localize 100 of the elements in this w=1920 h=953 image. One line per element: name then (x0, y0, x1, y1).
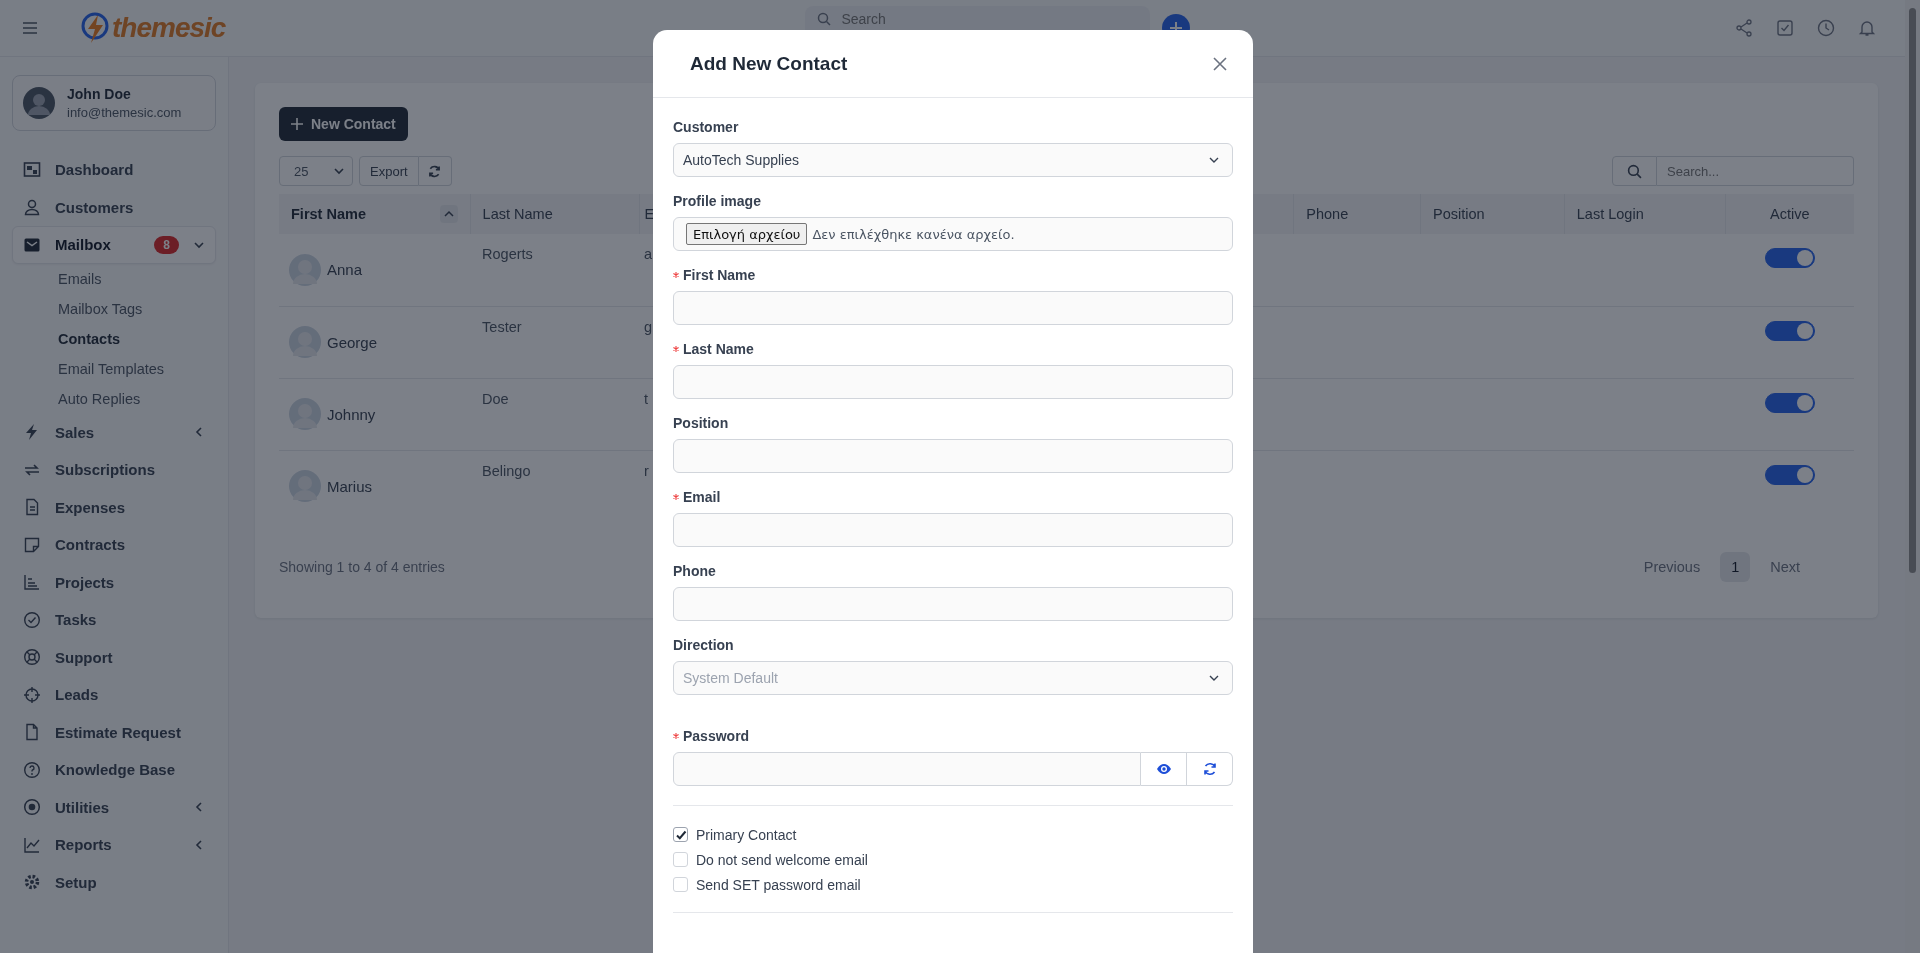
password-field[interactable] (673, 752, 1141, 786)
avatar-icon (289, 326, 321, 358)
table-cell: Johnny (327, 405, 376, 423)
table-cell: Tester (482, 318, 522, 335)
avatar-icon (23, 87, 55, 119)
column-header[interactable]: Position (1420, 194, 1565, 234)
field-label: Customer (673, 119, 739, 135)
nav-item[interactable]: Utilities (12, 788, 216, 826)
file-status: Δεν επιλέχθηκε κανένα αρχείο. (812, 226, 1015, 242)
menu-icon[interactable] (22, 22, 38, 34)
page-button[interactable]: 1 (1720, 552, 1751, 582)
column-header[interactable]: Phone (1293, 194, 1421, 234)
checkbox[interactable] (673, 877, 688, 892)
field-label: Direction (673, 637, 734, 653)
refresh-icon (428, 164, 442, 178)
nav-item[interactable]: Knowledge Base (12, 751, 216, 789)
user-icon (23, 198, 41, 217)
sort-icon[interactable] (439, 205, 458, 223)
table-cell: Rogerts (482, 246, 533, 262)
checkbox-label: Do not send welcome email (696, 851, 868, 868)
bell-icon[interactable] (1858, 19, 1876, 37)
nav-item[interactable]: Reports (12, 826, 216, 864)
required-icon (673, 272, 679, 278)
field-label: Profile image (673, 193, 761, 209)
target-icon (23, 685, 41, 704)
field-label: First Name (683, 267, 756, 283)
nav-item[interactable]: Estimate Request (12, 713, 216, 751)
dash-icon (23, 160, 41, 179)
field-label: Password (683, 728, 750, 744)
required-icon (673, 494, 679, 500)
column-header[interactable]: Last Name (470, 194, 640, 234)
active-toggle[interactable] (1764, 320, 1815, 341)
generate-password-button[interactable] (1187, 752, 1233, 786)
nav-item[interactable]: Support (12, 638, 216, 676)
field-label: Email (683, 489, 721, 505)
nav-subitem[interactable]: Contacts (12, 323, 216, 354)
clock-icon[interactable] (1817, 19, 1835, 37)
column-header[interactable]: Active (1725, 194, 1854, 234)
refresh-button[interactable] (418, 156, 452, 186)
avatar-icon (289, 398, 321, 430)
nav-item[interactable]: Leads (12, 676, 216, 714)
select-field[interactable]: System Default (673, 661, 1233, 695)
text-field[interactable] (673, 587, 1233, 621)
user-card[interactable]: John Doe info@themesic.com (12, 75, 216, 131)
nav-item[interactable]: Tasks (12, 601, 216, 639)
choose-file-button[interactable]: Επιλογή αρχείου (686, 223, 808, 245)
eye-icon (1155, 763, 1172, 775)
chart-icon (23, 573, 41, 592)
share-icon[interactable] (1735, 19, 1753, 37)
plus-icon (291, 118, 303, 130)
nav-item[interactable]: Sales (12, 413, 216, 451)
nav-item[interactable]: Customers (12, 188, 216, 226)
nav-subitem[interactable]: Email Templates (12, 353, 216, 384)
column-header[interactable]: First Name (279, 194, 471, 234)
nav-item[interactable]: Dashboard (12, 151, 216, 189)
nav-item[interactable]: Contracts (12, 526, 216, 564)
nav-item[interactable]: Setup (12, 863, 216, 901)
text-field[interactable] (673, 439, 1233, 473)
table-cell: r (644, 462, 649, 479)
nav-item[interactable]: Mailbox 8 (12, 226, 216, 264)
text-field[interactable] (673, 291, 1233, 325)
table-search-field[interactable]: Search... (1657, 156, 1854, 186)
select-field[interactable]: AutoTech Supplies (673, 143, 1233, 177)
required-icon (673, 346, 679, 352)
nav-subitem[interactable]: Emails (12, 263, 216, 294)
chevron-left-icon (193, 801, 205, 814)
active-toggle[interactable] (1764, 464, 1815, 485)
active-toggle[interactable] (1764, 248, 1815, 268)
page-size-select[interactable]: 25 (279, 156, 353, 186)
column-header[interactable]: Last Login (1564, 194, 1726, 234)
table-cell: g (644, 318, 653, 335)
show-password-button[interactable] (1141, 752, 1187, 786)
nav-subitem[interactable]: Mailbox Tags (12, 293, 216, 324)
export-button[interactable]: Export (359, 156, 419, 186)
checkmark-icon (674, 828, 687, 841)
previous-button[interactable]: Previous (1637, 552, 1707, 582)
nav-item[interactable]: Expenses (12, 488, 216, 526)
required-icon (673, 733, 679, 739)
table-cell: George (327, 333, 378, 351)
refresh-icon (1202, 762, 1217, 776)
table-cell: Doe (482, 390, 509, 407)
text-field[interactable] (673, 513, 1233, 547)
table-cell: t (644, 390, 649, 407)
checkbox-icon[interactable] (1776, 19, 1794, 37)
nav-item[interactable]: Projects (12, 563, 216, 601)
logo-text: themesic (112, 12, 226, 44)
text-field[interactable] (673, 365, 1233, 399)
search-button[interactable] (1612, 156, 1657, 186)
checkbox[interactable] (673, 827, 688, 842)
next-button[interactable]: Next (1764, 552, 1806, 582)
close-button[interactable] (1211, 54, 1229, 73)
active-toggle[interactable] (1764, 392, 1815, 413)
nav-subitem[interactable]: Auto Replies (12, 383, 216, 414)
nav-item[interactable]: Subscriptions (12, 451, 216, 489)
new-contact-button[interactable]: New Contact (279, 107, 408, 141)
table-cell: a (644, 246, 653, 262)
checkbox[interactable] (673, 852, 688, 867)
dialog-title: Add New Contact (690, 52, 848, 75)
check-icon (23, 610, 41, 629)
file-input-field[interactable]: Επιλογή αρχείου Δεν επιλέχθηκε κανένα αρχείο. (673, 217, 1233, 251)
